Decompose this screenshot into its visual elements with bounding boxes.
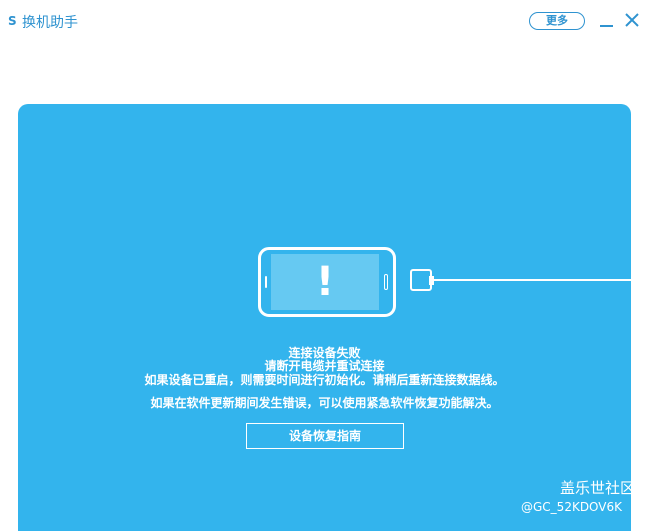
minimize-icon[interactable] [599, 12, 615, 28]
warning-icon: ! [315, 259, 335, 305]
connection-panel: ! 连接设备失败 请断开电缆并重试连接 如果设备已重启，则需要时间进行初始化。请… [18, 104, 631, 531]
close-icon[interactable] [625, 13, 641, 29]
watermark-community: 盖乐世社区 [560, 479, 636, 497]
app-title: 换机助手 [22, 15, 78, 31]
error-line-3: 如果在软件更新期间发生错误，可以使用紧急软件恢复功能解决。 [150, 396, 499, 410]
error-line-2: 如果设备已重启，则需要时间进行初始化。请稍后重新连接数据线。 [144, 373, 505, 387]
app-logo-icon: S [8, 14, 17, 28]
usb-cable [433, 279, 631, 281]
more-button[interactable]: 更多 [529, 12, 585, 30]
phone-screen: ! [271, 254, 379, 310]
phone-speaker [265, 276, 267, 288]
watermark-user: @GC_52KDOV6K [521, 500, 623, 514]
device-recovery-guide-button[interactable]: 设备恢复指南 [246, 423, 404, 449]
phone-illustration: ! [258, 247, 396, 317]
phone-home-button [384, 274, 388, 290]
